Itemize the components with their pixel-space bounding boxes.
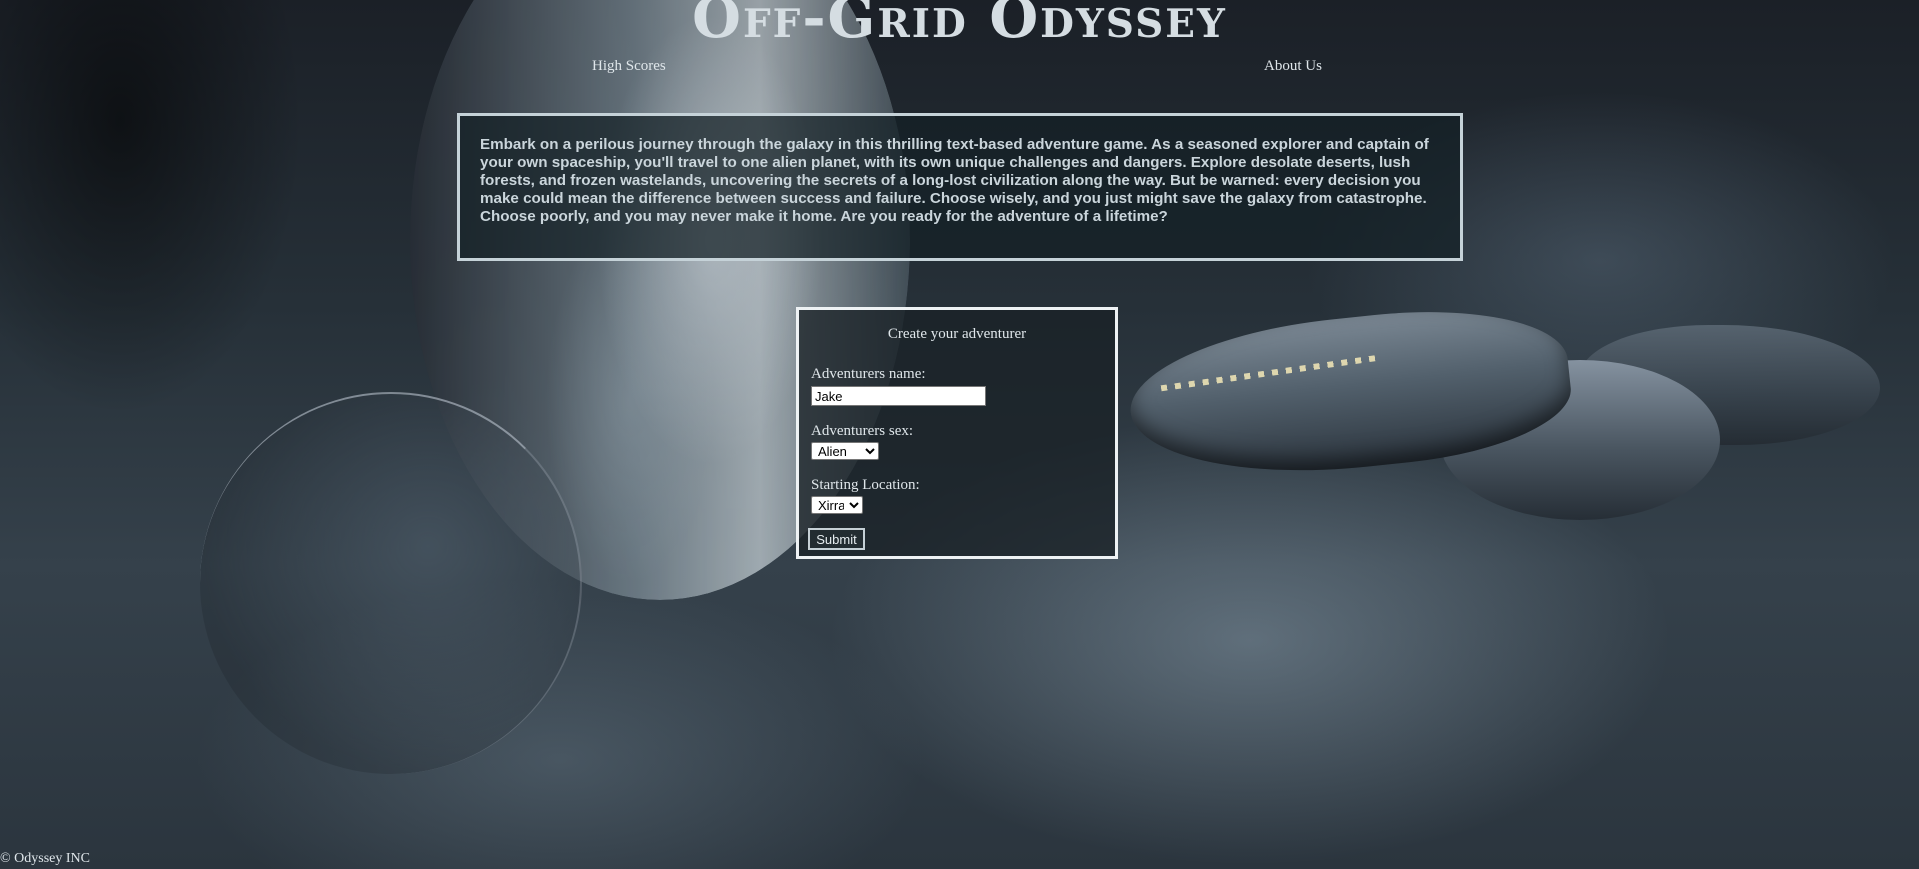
nav-high-scores-link[interactable]: High Scores xyxy=(592,58,666,75)
create-adventurer-form: Create your adventurer Adventurers name:… xyxy=(796,307,1118,559)
footer-copyright: © Odyssey INC xyxy=(0,851,90,866)
spaceship-image xyxy=(1123,295,1577,491)
adventurer-sex-select[interactable]: Alien xyxy=(811,442,879,460)
game-description: Embark on a perilous journey through the… xyxy=(457,113,1463,261)
location-label: Starting Location: xyxy=(811,477,920,493)
site-title: Off-Grid Odyssey xyxy=(692,0,1227,51)
sex-label: Adventurers sex: xyxy=(811,423,914,439)
spaceship-lights xyxy=(1160,354,1380,392)
starting-location-select[interactable]: Xirra xyxy=(811,496,863,514)
moon-image xyxy=(200,392,582,774)
adventurer-name-input[interactable] xyxy=(811,386,986,406)
submit-button[interactable]: Submit xyxy=(808,528,865,550)
form-title: Create your adventurer xyxy=(887,326,1027,342)
name-label: Adventurers name: xyxy=(811,366,926,382)
nav-about-us-link[interactable]: About Us xyxy=(1264,58,1322,75)
spaceship-rear-image xyxy=(1580,325,1880,445)
spaceship-dome-image xyxy=(1440,360,1720,520)
